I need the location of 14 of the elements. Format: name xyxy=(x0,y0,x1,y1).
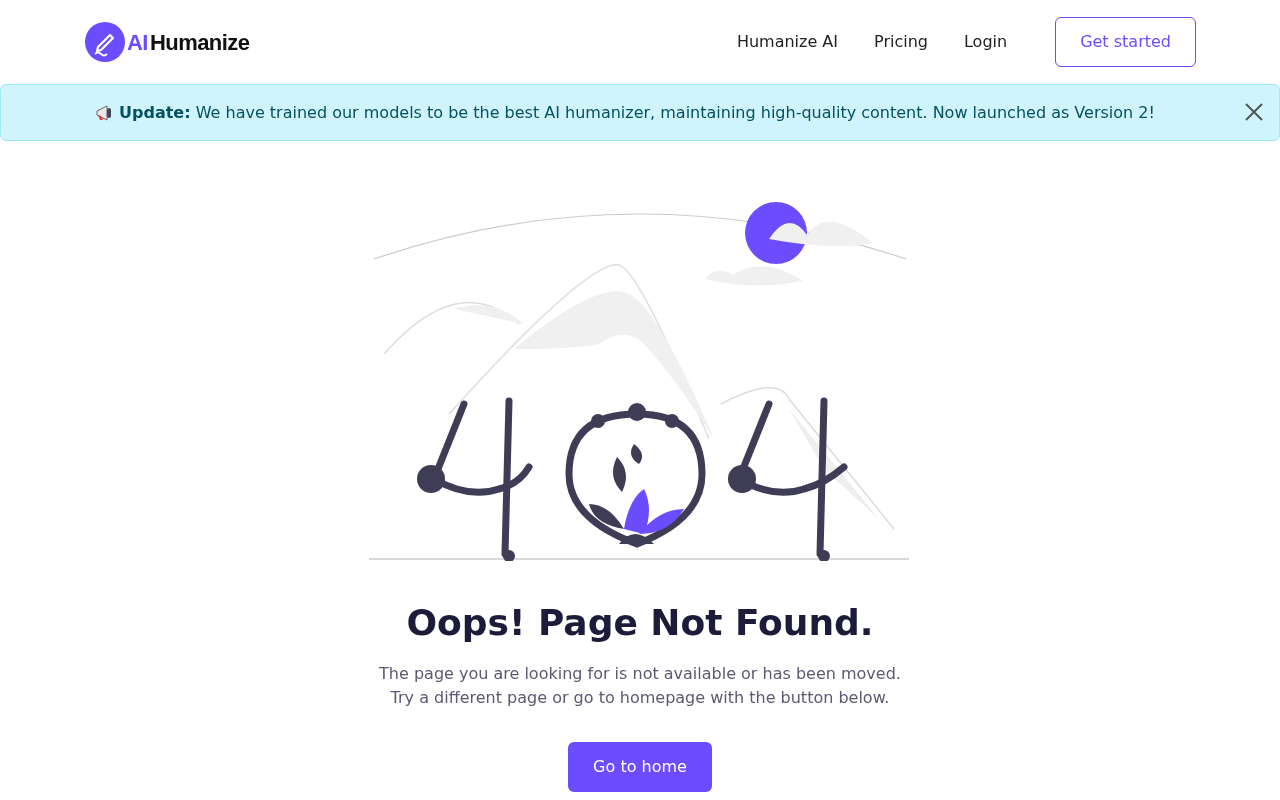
nav-link[interactable]: Humanize AI xyxy=(736,30,838,54)
go-to-home-button[interactable]: Go to home xyxy=(568,742,712,792)
logo[interactable]: AIHumanize xyxy=(85,22,250,62)
update-message: Update: We have trained our models to be the best AI humanizer, maintaining high-quality content. Now launched as Version 2! xyxy=(119,101,1155,124)
error-description: Try a different page or go to homepage with the button below. xyxy=(390,687,890,709)
error-title: Oops! Page Not Found. xyxy=(406,601,874,645)
close-icon[interactable] xyxy=(1245,103,1263,121)
get-started-button[interactable]: Get started xyxy=(1055,17,1196,67)
pencil-logo-icon xyxy=(85,22,125,62)
logo-text-accent: AI xyxy=(127,28,148,57)
nav-link[interactable]: Login xyxy=(963,30,1008,54)
nav-link[interactable]: Pricing xyxy=(874,30,928,54)
logo-text: Humanize xyxy=(149,28,250,57)
error-description: The page you are looking for is not available or has been moved. xyxy=(379,663,901,685)
